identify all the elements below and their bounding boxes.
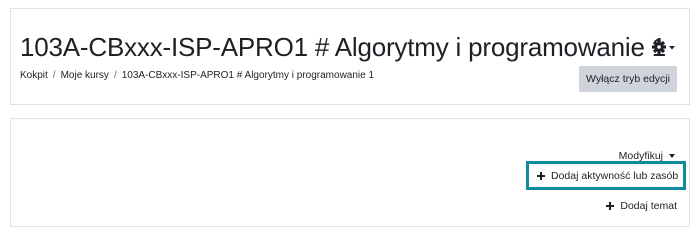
course-content: Modyfikuj Dodaj aktywność lub zasób Doda… xyxy=(10,118,690,227)
breadcrumb-separator: / xyxy=(52,70,56,81)
disable-edit-mode-button[interactable]: Wyłącz tryb edycji xyxy=(579,66,677,92)
plus-icon xyxy=(536,171,546,181)
gear-icon xyxy=(652,40,675,54)
chevron-down-icon xyxy=(669,46,675,50)
page-title: 103A-CBxxx-ISP-APRO1 # Algorytmy i progr… xyxy=(20,32,667,62)
breadcrumb-item-course[interactable]: 103A-CBxxx-ISP-APRO1 # Algorytmy i progr… xyxy=(122,70,374,81)
add-activity-label: Dodaj aktywność lub zasób xyxy=(551,169,679,182)
plus-icon xyxy=(605,201,615,211)
settings-menu[interactable] xyxy=(651,39,677,55)
breadcrumb-item-my-courses[interactable]: Moje kursy xyxy=(61,70,109,81)
breadcrumb-item-kokpit[interactable]: Kokpit xyxy=(20,70,48,81)
add-topic-label: Dodaj temat xyxy=(620,200,677,212)
breadcrumb-separator: / xyxy=(113,70,117,81)
caret-down-icon xyxy=(669,154,675,158)
add-activity-button[interactable]: Dodaj aktywność lub zasób xyxy=(526,161,686,190)
add-topic-button[interactable]: Dodaj temat xyxy=(605,200,677,212)
course-header: 103A-CBxxx-ISP-APRO1 # Algorytmy i progr… xyxy=(10,8,690,105)
breadcrumb: Kokpit / Moje kursy / 103A-CBxxx-ISP-APR… xyxy=(20,70,374,81)
